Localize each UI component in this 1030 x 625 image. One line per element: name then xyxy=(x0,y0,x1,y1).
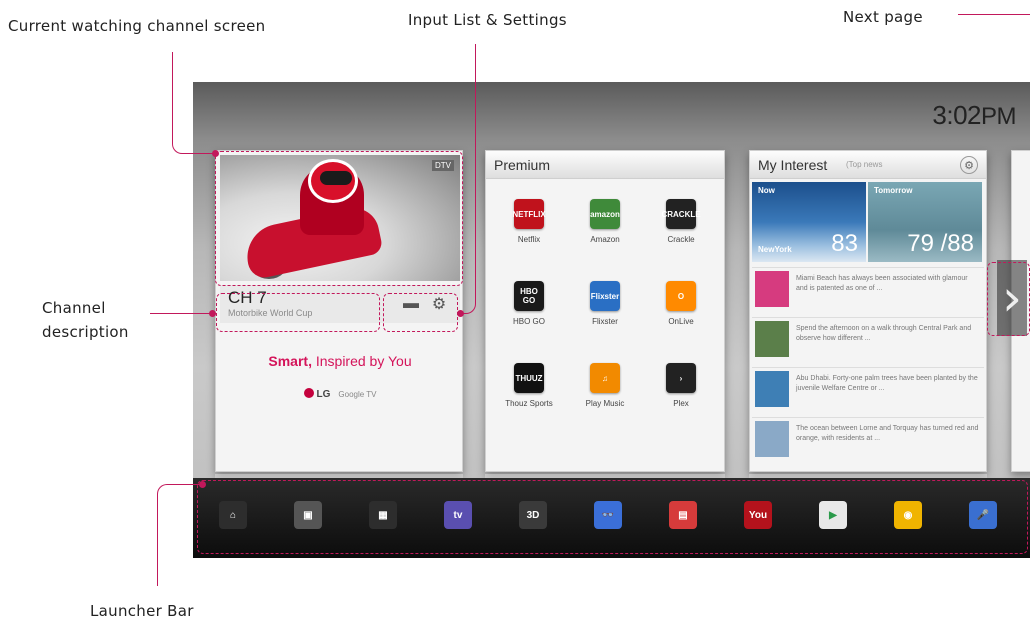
lg-slogan: Smart, Inspired by You xyxy=(216,353,462,369)
leader-current-channel xyxy=(172,52,216,154)
brand-row: LG Google TV xyxy=(216,388,462,400)
premium-app-play-music[interactable]: ♫ Play Music xyxy=(570,363,640,408)
callout-current-channel: Current watching channel screen xyxy=(8,17,266,35)
callout-channel-description-line2: description xyxy=(42,323,129,341)
highlight-channel-description xyxy=(216,293,380,332)
callout-launcher-bar: Launcher Bar xyxy=(90,602,194,620)
clock-time: 3:02 xyxy=(932,100,981,130)
app-label: Play Music xyxy=(585,399,625,408)
premium-app-plex[interactable]: › Plex xyxy=(646,363,716,408)
callout-channel-description-line1: Channel xyxy=(42,299,106,317)
lg-logo-text: LG xyxy=(316,389,331,400)
play-music-icon: ♫ xyxy=(590,363,620,393)
premium-app-crackle[interactable]: CRACKLE Crackle xyxy=(646,199,716,244)
news-thumbnail xyxy=(755,421,789,457)
clock-ampm: PM xyxy=(981,103,1017,130)
my-interest-subtitle: (Top news xyxy=(846,160,883,169)
callout-input-settings: Input List & Settings xyxy=(408,11,567,29)
leader-dot xyxy=(209,310,216,317)
netflix-icon: NETFLIX xyxy=(512,199,546,229)
news-item[interactable]: The ocean between Lorne and Torquay has … xyxy=(752,417,984,461)
highlight-next-page xyxy=(987,262,1030,336)
news-item[interactable]: Abu Dhabi. Forty-one palm trees have bee… xyxy=(752,367,984,411)
weather-now-label: Now xyxy=(758,186,775,195)
my-interest-card[interactable]: My Interest (Top news ⚙ Now 83 NewYork T… xyxy=(749,150,987,472)
app-label: Netflix xyxy=(517,235,541,244)
lg-logo-icon xyxy=(303,388,314,398)
leader-dot xyxy=(457,310,464,317)
app-label: Plex xyxy=(673,399,689,408)
weather-now-tile[interactable]: Now 83 NewYork xyxy=(752,182,866,262)
news-headline: The ocean between Lorne and Torquay has … xyxy=(796,425,979,442)
news-thumbnail xyxy=(755,371,789,407)
app-label: HBO GO xyxy=(512,317,545,326)
callout-next-page: Next page xyxy=(843,8,923,26)
leader-next-page xyxy=(958,14,1030,15)
hbo-go-icon: HBO GO xyxy=(514,281,544,311)
news-item[interactable]: Miami Beach has always been associated w… xyxy=(752,267,984,311)
weather-city: NewYork xyxy=(758,245,792,254)
slogan-rest: Inspired by You xyxy=(311,353,412,369)
leader-input-settings xyxy=(462,44,476,314)
app-label: Flixster xyxy=(592,317,618,326)
highlight-input-settings xyxy=(383,293,458,332)
premium-app-hbo-go[interactable]: HBO GO HBO GO xyxy=(494,281,564,326)
weather-tomorrow-temp: 79 /88 xyxy=(907,230,974,257)
leader-channel-description xyxy=(150,313,212,314)
weather-tomorrow-label: Tomorrow xyxy=(874,186,913,195)
interest-settings-icon[interactable]: ⚙ xyxy=(960,156,978,174)
premium-app-flixster[interactable]: Flixster Flixster xyxy=(570,281,640,326)
google-tv-logo: Google TV xyxy=(338,390,377,399)
app-label: Crackle xyxy=(667,235,695,244)
premium-card[interactable]: Premium NETFLIX Netflix amazon Amazon CRACKL… xyxy=(485,150,725,472)
callout-channel-description: Channel description xyxy=(42,296,129,344)
highlight-current-channel xyxy=(215,151,463,286)
thouz-sports-icon: THUUZ xyxy=(514,363,544,393)
premium-title: Premium xyxy=(486,151,724,179)
clock: 3:02PM xyxy=(932,100,1016,131)
premium-app-netflix[interactable]: NETFLIX Netflix xyxy=(494,199,564,244)
onlive-icon: O xyxy=(666,281,696,311)
news-thumbnail xyxy=(755,321,789,357)
premium-app-thouz-sports[interactable]: THUUZ Thouz Sports xyxy=(494,363,564,408)
leader-launcher-bar xyxy=(157,484,203,586)
leader-dot xyxy=(199,481,206,488)
news-headline: Miami Beach has always been associated w… xyxy=(796,275,968,292)
news-headline: Abu Dhabi. Forty-one palm trees have bee… xyxy=(796,375,978,392)
news-headline: Spend the afternoon on a walk through Ce… xyxy=(796,325,972,342)
plex-icon: › xyxy=(666,363,696,393)
weather-tomorrow-tile[interactable]: Tomorrow 79 /88 xyxy=(868,182,982,262)
app-label: OnLive xyxy=(668,317,694,326)
crackle-icon: CRACKLE xyxy=(661,199,701,229)
slogan-bold: Smart, xyxy=(268,353,312,369)
premium-app-onlive[interactable]: O OnLive xyxy=(646,281,716,326)
app-label: Amazon xyxy=(590,235,620,244)
news-item[interactable]: Spend the afternoon on a walk through Ce… xyxy=(752,317,984,361)
amazon-icon: amazon xyxy=(590,199,620,229)
premium-app-amazon[interactable]: amazon Amazon xyxy=(570,199,640,244)
flixster-icon: Flixster xyxy=(590,281,620,311)
news-thumbnail xyxy=(755,271,789,307)
my-interest-title: My Interest xyxy=(758,157,828,173)
highlight-launcher-bar xyxy=(197,480,1028,554)
weather-now-temp: 83 xyxy=(831,230,858,257)
leader-dot xyxy=(212,150,219,157)
app-label: Thouz Sports xyxy=(505,399,553,408)
